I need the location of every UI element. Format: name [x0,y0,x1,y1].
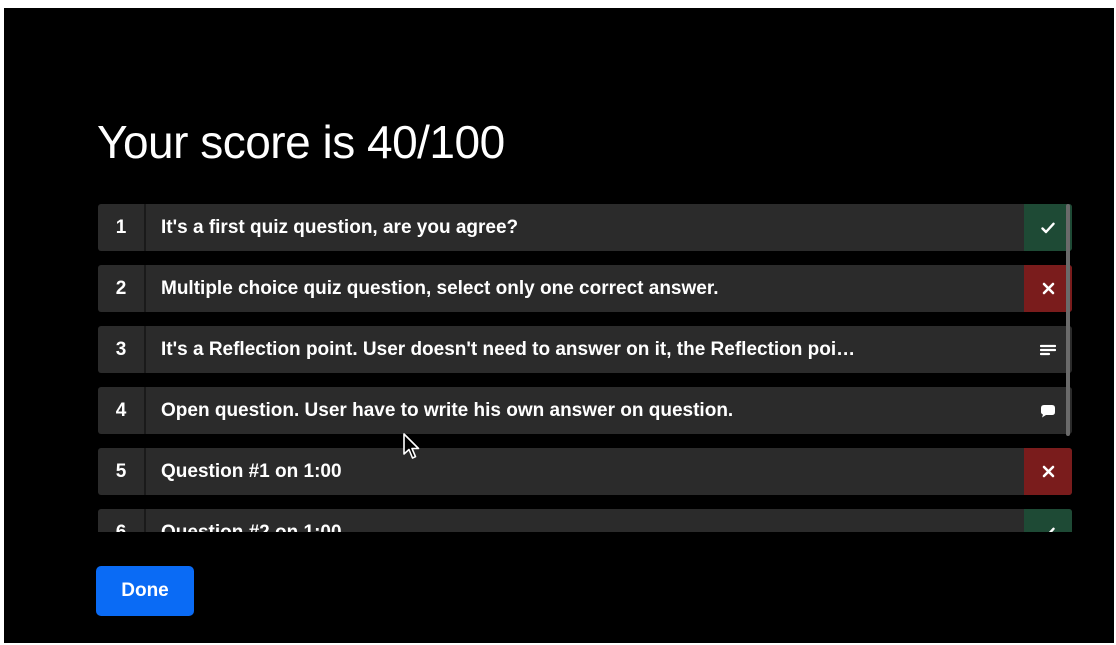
question-row-5[interactable]: 5 Question #1 on 1:00 [98,448,1072,495]
question-text: Multiple choice quiz question, select on… [161,277,719,299]
question-text-cell: It's a Reflection point. User doesn't ne… [146,326,1024,373]
done-button[interactable]: Done [96,566,194,616]
question-text-cell: Question #1 on 1:00 [146,448,1024,495]
question-number: 1 [98,204,146,251]
question-text: Open question. User have to write his ow… [161,399,734,421]
question-number: 3 [98,326,146,373]
question-list: 1 It's a first quiz question, are you ag… [98,204,1072,532]
question-list-viewport[interactable]: 1 It's a first quiz question, are you ag… [98,202,1072,532]
quiz-results-screen: Your score is 40/100 1 It's a first quiz… [4,8,1114,643]
question-text: It's a first quiz question, are you agre… [161,216,519,238]
question-number: 2 [98,265,146,312]
status-reflection [1024,326,1072,373]
question-text-cell: Multiple choice quiz question, select on… [146,265,1024,312]
question-number: 6 [98,509,146,532]
close-icon [1042,465,1054,478]
question-number: 5 [98,448,146,495]
status-wrong [1024,448,1072,495]
question-text: Question #2 on 1:00 [161,521,342,533]
status-wrong [1024,265,1072,312]
text-lines-icon [1040,344,1056,355]
status-open [1024,387,1072,434]
question-text-cell: Question #2 on 1:00 [146,509,1024,533]
question-row-6[interactable]: 6 Question #2 on 1:00 [98,509,1072,532]
chat-bubble-icon [1041,404,1055,417]
question-row-2[interactable]: 2 Multiple choice quiz question, select … [98,265,1072,312]
question-row-3[interactable]: 3 It's a Reflection point. User doesn't … [98,326,1072,373]
question-text-cell: It's a first quiz question, are you agre… [146,204,1024,251]
mouse-cursor-icon [403,433,420,459]
question-row-1[interactable]: 1 It's a first quiz question, are you ag… [98,204,1072,251]
question-text: It's a Reflection point. User doesn't ne… [161,338,856,360]
question-number: 4 [98,387,146,434]
check-icon [1041,222,1055,233]
close-icon [1042,282,1054,295]
question-text-cell: Open question. User have to write his ow… [146,387,1024,434]
question-row-4[interactable]: 4 Open question. User have to write his … [98,387,1072,434]
status-correct [1024,204,1072,251]
score-title: Your score is 40/100 [97,116,505,168]
status-correct [1024,509,1072,532]
question-text: Question #1 on 1:00 [161,460,342,482]
list-scrollbar[interactable] [1066,204,1070,436]
check-icon [1041,527,1055,532]
